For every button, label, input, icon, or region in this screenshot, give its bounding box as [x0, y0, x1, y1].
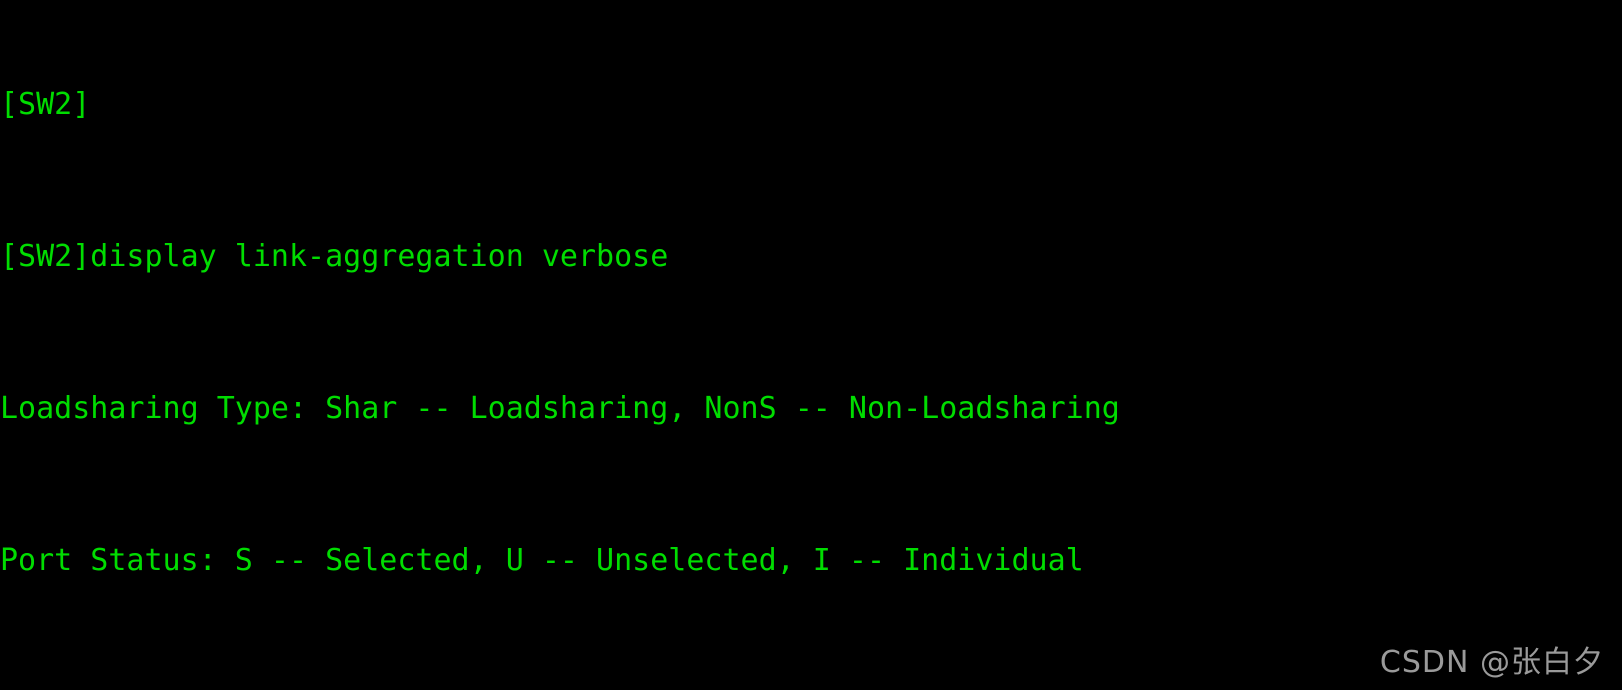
command-line: [SW2]display link-aggregation verbose — [0, 239, 669, 274]
terminal-screen: [SW2] [SW2]display link-aggregation verb… — [0, 0, 1622, 690]
legend-port-status: Port Status: S -- Selected, U -- Unselec… — [0, 543, 1084, 578]
clipped-prompt-line: [SW2] — [0, 87, 91, 122]
legend-loadsharing-type: Loadsharing Type: Shar -- Loadsharing, N… — [0, 391, 1120, 426]
terminal-window[interactable]: [SW2] [SW2]display link-aggregation verb… — [0, 0, 1622, 690]
